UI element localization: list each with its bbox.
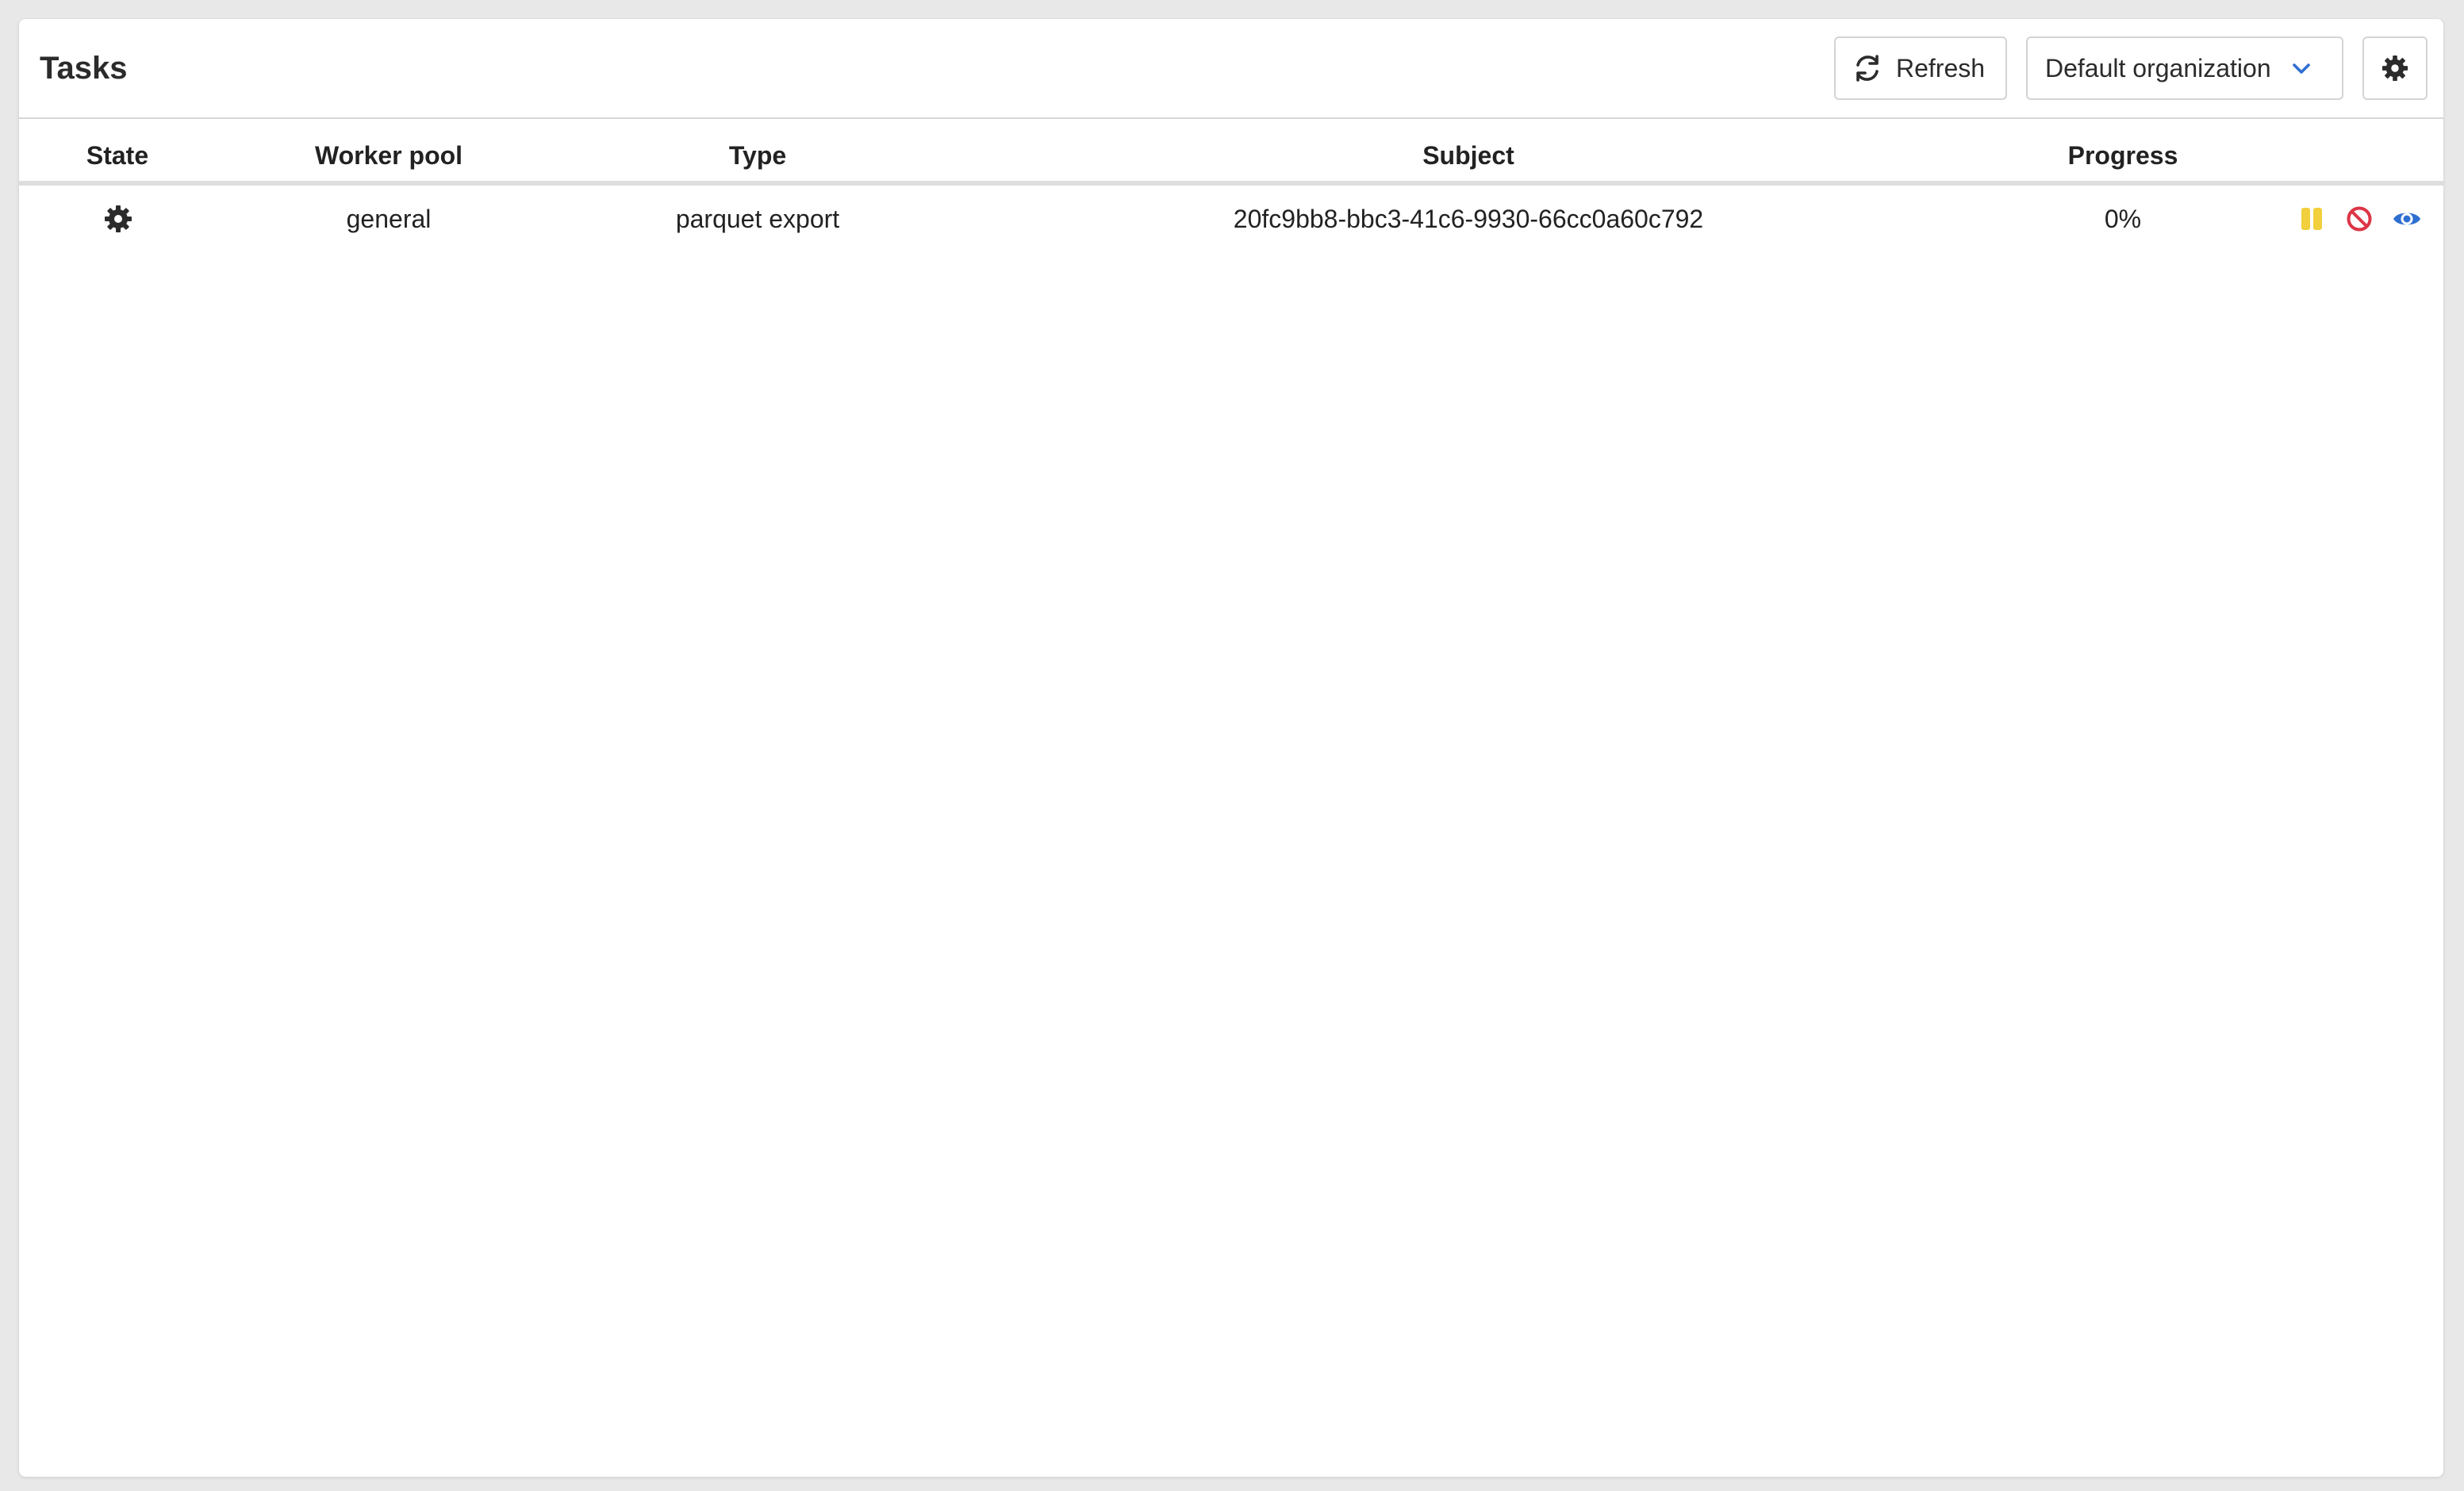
table-row[interactable]: general parquet export 20fc9bb8-bbc3-41c…	[19, 186, 2443, 255]
column-header-worker-pool[interactable]: Worker pool	[315, 140, 462, 171]
column-header-subject[interactable]: Subject	[1422, 140, 1514, 171]
chevron-down-icon	[2290, 57, 2312, 79]
page-title: Tasks	[40, 51, 128, 86]
refresh-icon	[1853, 54, 1882, 82]
settings-button[interactable]	[2362, 36, 2428, 100]
cell-progress: 0%	[2104, 205, 2142, 233]
tasks-panel: Tasks Refresh Default organization State…	[19, 19, 2443, 1477]
pause-icon[interactable]	[2297, 205, 2326, 233]
gear-icon	[104, 205, 132, 233]
column-header-state[interactable]: State	[86, 140, 148, 171]
refresh-button-label: Refresh	[1896, 53, 1986, 82]
gear-icon	[2381, 55, 2408, 82]
panel-header: Tasks Refresh Default organization	[19, 19, 2443, 119]
eye-icon[interactable]	[2393, 205, 2421, 233]
organization-select[interactable]: Default organization	[2026, 36, 2343, 100]
cell-type: parquet export	[675, 205, 840, 233]
table-header: State Worker pool Type Subject Progress	[19, 119, 2443, 186]
cell-worker-pool: general	[346, 205, 432, 233]
refresh-button[interactable]: Refresh	[1834, 36, 2007, 100]
organization-select-value: Default organization	[2045, 53, 2271, 82]
column-header-progress[interactable]: Progress	[2068, 140, 2178, 171]
column-header-type[interactable]: Type	[729, 140, 786, 171]
cancel-icon[interactable]	[2345, 205, 2374, 233]
cell-subject: 20fc9bb8-bbc3-41c6-9930-66cc0a60c792	[1233, 205, 1704, 233]
